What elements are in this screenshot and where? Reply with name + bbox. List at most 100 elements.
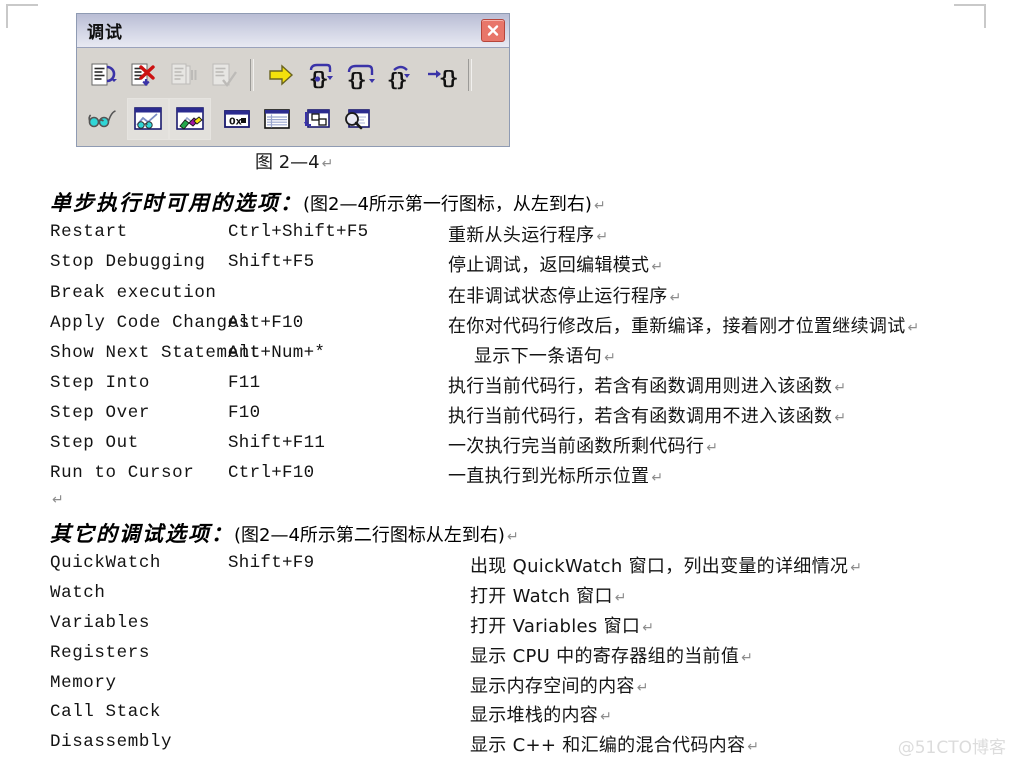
description-label: 在非调试状态停止运行程序 ↵ xyxy=(448,282,682,308)
description-text: 执行当前代码行，若含有函数调用则进入该函数 xyxy=(448,376,833,397)
step-out-icon[interactable]: { } xyxy=(381,55,421,95)
description-label: 显示内存空间的内容 ↵ xyxy=(470,672,649,698)
watch-window-icon[interactable] xyxy=(127,98,169,140)
registers-window-icon[interactable]: 0x xyxy=(217,99,257,139)
memory-window-icon[interactable] xyxy=(257,99,297,139)
step-into-icon[interactable]: { } xyxy=(301,55,341,95)
call-stack-icon[interactable] xyxy=(297,99,337,139)
command-label: Break execution xyxy=(50,283,217,303)
apply-code-changes-icon xyxy=(203,55,243,95)
description-text: 停止调试，返回编辑模式 xyxy=(448,255,650,276)
shortcut-label: Ctrl+F10 xyxy=(228,463,315,483)
step-over-icon[interactable]: { } xyxy=(341,55,381,95)
svg-text:}: } xyxy=(396,69,407,90)
description-text: 执行当前代码行，若含有函数调用不进入该函数 xyxy=(448,406,833,427)
table-row: Step Out Shift+F11 一次执行完当前函数所剩代码行 ↵ xyxy=(50,433,1024,463)
table-row: Show Next Statement Alt+Num+* 显示下一条语句 ↵ xyxy=(50,343,1024,373)
pilcrow-mark: ↵ xyxy=(706,440,719,456)
toolbar-separator-1 xyxy=(250,59,254,91)
command-label: Disassembly xyxy=(50,732,173,752)
description-label: 显示 CPU 中的寄存器组的当前值 ↵ xyxy=(470,642,753,668)
section2-heading-bold: 其它的调试选项： xyxy=(50,522,234,546)
description-text: 显示下一条语句 xyxy=(474,346,603,367)
table-row: Memory 显示内存空间的内容 ↵ xyxy=(50,673,1024,703)
description-label: 执行当前代码行，若含有函数调用不进入该函数 ↵ xyxy=(448,402,846,428)
shortcut-label: F10 xyxy=(228,403,261,423)
shortcut-label: Shift+F5 xyxy=(228,252,315,272)
description-text: 在你对代码行修改后，重新编译，接着刚才位置继续调试 xyxy=(448,316,906,337)
figure-caption: 图 2—4 ↵ xyxy=(255,148,333,174)
description-label: 打开 Variables 窗口 ↵ xyxy=(470,612,654,638)
command-label: Stop Debugging xyxy=(50,252,206,272)
command-label: Step Over xyxy=(50,403,150,423)
pilcrow-mark: ↵ xyxy=(907,320,920,336)
toolbar-separator-2 xyxy=(468,59,472,91)
pilcrow-mark: ↵ xyxy=(747,739,760,755)
table-row: Apply Code Changes Alt+F10 在你对代码行修改后，重新编… xyxy=(50,313,1024,343)
pilcrow-mark: ↵ xyxy=(669,290,682,306)
command-label: Call Stack xyxy=(50,702,162,722)
quickwatch-icon[interactable] xyxy=(83,99,123,139)
shortcut-label: F11 xyxy=(228,373,261,393)
description-label: 停止调试，返回编辑模式 ↵ xyxy=(448,251,663,277)
description-text: 显示 C++ 和汇编的混合代码内容 xyxy=(470,735,746,756)
description-text: 打开 Variables 窗口 xyxy=(470,616,641,637)
restart-icon[interactable] xyxy=(83,55,123,95)
toolbar-row-stepping: { } { } { } { xyxy=(83,53,503,97)
show-next-statement-icon[interactable] xyxy=(261,55,301,95)
watermark: @51CTO博客 xyxy=(897,738,1006,758)
pilcrow-mark: ↵ xyxy=(834,380,847,396)
pilcrow-mark: ↵ xyxy=(642,620,655,636)
description-text: 显示堆栈的内容 xyxy=(470,705,599,726)
description-label: 一直执行到光标所示位置 ↵ xyxy=(448,462,663,488)
command-label: Memory xyxy=(50,673,117,693)
pilcrow-mark: ↵ xyxy=(636,680,649,696)
description-text: 一次执行完当前函数所剩代码行 xyxy=(448,436,705,457)
toolbar-body: { } { } { } {0x xyxy=(77,48,509,146)
run-to-cursor-icon[interactable]: { } xyxy=(421,55,461,95)
description-label: 显示 C++ 和汇编的混合代码内容 ↵ xyxy=(470,731,759,757)
table-row: Step Over F10 执行当前代码行，若含有函数调用不进入该函数 ↵ xyxy=(50,403,1024,433)
break-execution-icon xyxy=(163,55,203,95)
description-text: 出现 QuickWatch 窗口，列出变量的详细情况 xyxy=(470,556,849,577)
pilcrow-mark: ↵ xyxy=(593,198,606,214)
description-text: 一直执行到光标所示位置 xyxy=(448,466,650,487)
description-text: 打开 Watch 窗口 xyxy=(470,586,613,607)
shortcut-label: Shift+F11 xyxy=(228,433,326,453)
table-row: Disassembly 显示 C++ 和汇编的混合代码内容 ↵ xyxy=(50,732,1024,762)
shortcut-label: Shift+F9 xyxy=(228,553,315,573)
command-label: Registers xyxy=(50,643,150,663)
pilcrow-mark: ↵ xyxy=(596,229,609,245)
description-label: 在你对代码行修改后，重新编译，接着刚才位置继续调试 ↵ xyxy=(448,312,920,338)
pilcrow-mark: ↵ xyxy=(604,350,617,366)
table-row: QuickWatch Shift+F9 出现 QuickWatch 窗口，列出变… xyxy=(50,553,1024,583)
figure-caption-text: 图 2—4 xyxy=(255,152,320,173)
description-label: 执行当前代码行，若含有函数调用则进入该函数 ↵ xyxy=(448,372,846,398)
toolbar-row-windows: 0x xyxy=(83,97,503,141)
table-row: Registers 显示 CPU 中的寄存器组的当前值 ↵ xyxy=(50,643,1024,673)
command-label: Step Out xyxy=(50,433,139,453)
window-titlebar[interactable]: 调试 xyxy=(77,14,509,48)
description-label: 出现 QuickWatch 窗口，列出变量的详细情况 ↵ xyxy=(470,552,862,578)
command-label: Run to Cursor xyxy=(50,463,195,483)
table-row: Call Stack 显示堆栈的内容 ↵ xyxy=(50,702,1024,732)
close-icon[interactable] xyxy=(481,19,505,42)
section-heading-stepping: 单步执行时可用的选项：(图2—4所示第一行图标，从左到右) ↵ xyxy=(50,187,606,217)
description-label: 打开 Watch 窗口 ↵ xyxy=(470,582,627,608)
svg-text:}: } xyxy=(447,67,457,89)
disassembly-icon[interactable] xyxy=(337,99,377,139)
stop-debugging-icon[interactable] xyxy=(123,55,163,95)
command-label: Variables xyxy=(50,613,150,633)
table-row: Stop Debugging Shift+F5 停止调试，返回编辑模式 ↵ xyxy=(50,252,1024,282)
pilcrow-mark: ↵ xyxy=(651,259,664,275)
debug-toolbar-window: 调试 {} {} {} {0x xyxy=(76,13,510,147)
description-text: 显示 CPU 中的寄存器组的当前值 xyxy=(470,646,740,667)
variables-window-icon[interactable] xyxy=(169,98,211,140)
description-text: 重新从头运行程序 xyxy=(448,225,595,246)
shortcut-label: Alt+Num+* xyxy=(228,343,326,363)
crop-mark-top-right xyxy=(954,4,986,28)
blank-line: ↵ xyxy=(50,490,1024,520)
description-text: 显示内存空间的内容 xyxy=(470,676,635,697)
pilcrow-mark: ↵ xyxy=(614,590,627,606)
crop-mark-top-left xyxy=(6,4,38,28)
